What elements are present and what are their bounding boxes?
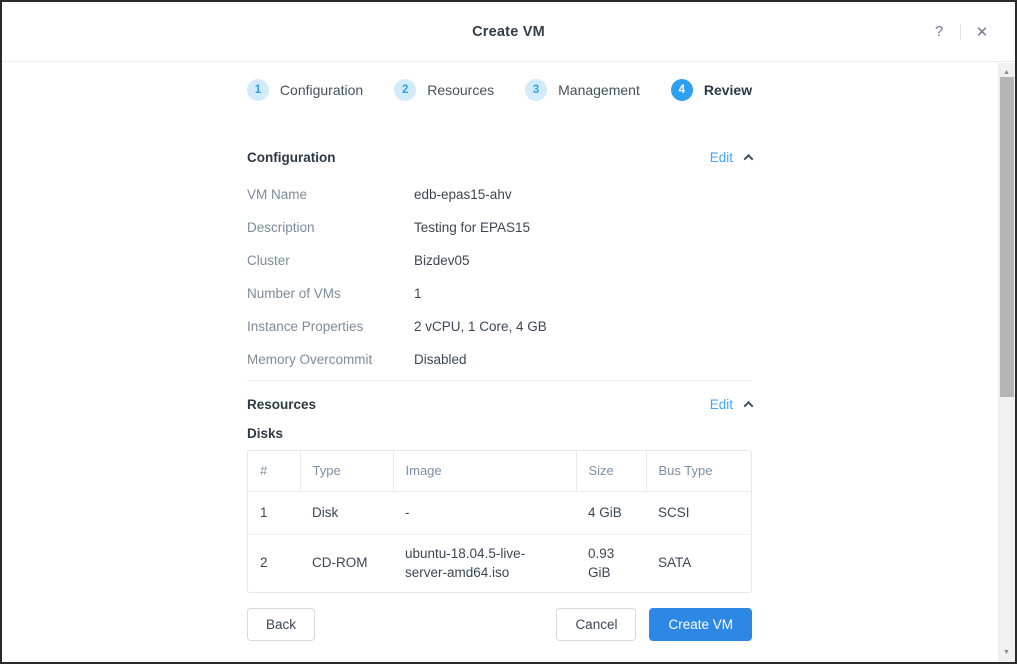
field-value: 1 — [414, 286, 422, 301]
configuration-section-title: Configuration — [247, 150, 335, 165]
scrollbar[interactable]: ▲ ▼ — [998, 63, 1015, 662]
field-row-number-of-vms: Number of VMs 1 — [247, 277, 752, 310]
dialog-header: Create VM ? ✕ — [2, 2, 1015, 62]
chevron-up-icon[interactable] — [744, 153, 754, 163]
field-value: Disabled — [414, 352, 467, 367]
disk-type-cell: CD-ROM — [300, 534, 393, 592]
disk-image-cell: - — [393, 491, 576, 534]
configuration-edit-link[interactable]: Edit — [710, 150, 752, 165]
table-row: 1 Disk - 4 GiB SCSI — [248, 491, 751, 534]
disk-bus-type-cell: SATA — [646, 534, 751, 592]
field-value: Testing for EPAS15 — [414, 220, 530, 235]
cancel-button[interactable]: Cancel — [556, 608, 636, 641]
close-icon[interactable]: ✕ — [967, 17, 997, 47]
disks-subsection-title: Disks — [247, 426, 752, 441]
dialog-body: 1 Configuration 2 Resources 3 Management… — [2, 63, 1015, 662]
column-header-bus-type: Bus Type — [646, 451, 751, 491]
resources-section-title: Resources — [247, 397, 316, 412]
configuration-section-header: Configuration Edit — [247, 148, 752, 166]
configuration-edit-label[interactable]: Edit — [710, 150, 733, 165]
resources-edit-link[interactable]: Edit — [710, 397, 752, 412]
disks-table: # Type Image Size Bus Type 1 Disk - 4 Gi — [247, 450, 752, 593]
field-row-description: Description Testing for EPAS15 — [247, 211, 752, 244]
step-configuration[interactable]: 1 Configuration — [247, 79, 363, 101]
field-label: Description — [247, 220, 414, 235]
disk-size-cell: 4 GiB — [576, 491, 646, 534]
field-label: Number of VMs — [247, 286, 414, 301]
configuration-fields: VM Name edb-epas15-ahv Description Testi… — [247, 178, 752, 376]
column-header-image: Image — [393, 451, 576, 491]
step-2-label: Resources — [427, 82, 494, 98]
field-label: Memory Overcommit — [247, 352, 414, 367]
dialog-footer: Back Cancel Create VM — [247, 608, 752, 641]
create-vm-dialog: Create VM ? ✕ 1 Configuration 2 Resource… — [0, 0, 1017, 664]
field-label: Instance Properties — [247, 319, 414, 334]
field-row-instance-properties: Instance Properties 2 vCPU, 1 Core, 4 GB — [247, 310, 752, 343]
resources-section-header: Resources Edit — [247, 395, 752, 413]
step-3-label: Management — [558, 82, 640, 98]
table-row: 2 CD-ROM ubuntu-18.04.5-live-server-amd6… — [248, 534, 751, 592]
field-label: VM Name — [247, 187, 414, 202]
wizard-stepper: 1 Configuration 2 Resources 3 Management… — [247, 77, 752, 102]
step-2-badge: 2 — [394, 79, 416, 101]
back-button[interactable]: Back — [247, 608, 315, 641]
disk-bus-type-cell: SCSI — [646, 491, 751, 534]
column-header-type: Type — [300, 451, 393, 491]
field-row-cluster: Cluster Bizdev05 — [247, 244, 752, 277]
scrollbar-down-arrow-icon[interactable]: ▼ — [998, 645, 1015, 660]
create-vm-button[interactable]: Create VM — [649, 608, 752, 641]
disk-number-cell: 1 — [248, 491, 300, 534]
step-review[interactable]: 4 Review — [671, 79, 752, 101]
field-value: edb-epas15-ahv — [414, 187, 512, 202]
section-divider — [247, 380, 752, 381]
disk-image-cell: ubuntu-18.04.5-live-server-amd64.iso — [393, 534, 576, 592]
field-value: Bizdev05 — [414, 253, 470, 268]
disk-size-cell: 0.93 GiB — [576, 534, 646, 592]
scrollbar-thumb[interactable] — [1000, 77, 1014, 397]
disks-table-header-row: # Type Image Size Bus Type — [248, 451, 751, 491]
header-actions: ? ✕ — [924, 2, 997, 61]
step-3-badge: 3 — [525, 79, 547, 101]
field-row-vm-name: VM Name edb-epas15-ahv — [247, 178, 752, 211]
help-icon[interactable]: ? — [924, 17, 954, 47]
disk-type-cell: Disk — [300, 491, 393, 534]
step-management[interactable]: 3 Management — [525, 79, 640, 101]
column-header-size: Size — [576, 451, 646, 491]
field-label: Cluster — [247, 253, 414, 268]
disk-number-cell: 2 — [248, 534, 300, 592]
resources-edit-label[interactable]: Edit — [710, 397, 733, 412]
field-row-memory-overcommit: Memory Overcommit Disabled — [247, 343, 752, 376]
step-resources[interactable]: 2 Resources — [394, 79, 494, 101]
dialog-content: 1 Configuration 2 Resources 3 Management… — [247, 63, 752, 641]
step-4-label: Review — [704, 82, 752, 98]
field-value: 2 vCPU, 1 Core, 4 GB — [414, 319, 547, 334]
header-separator — [960, 24, 961, 40]
column-header-number: # — [248, 451, 300, 491]
chevron-up-icon[interactable] — [744, 400, 754, 410]
step-1-label: Configuration — [280, 82, 363, 98]
step-4-badge: 4 — [671, 79, 693, 101]
dialog-title: Create VM — [472, 24, 545, 40]
step-1-badge: 1 — [247, 79, 269, 101]
